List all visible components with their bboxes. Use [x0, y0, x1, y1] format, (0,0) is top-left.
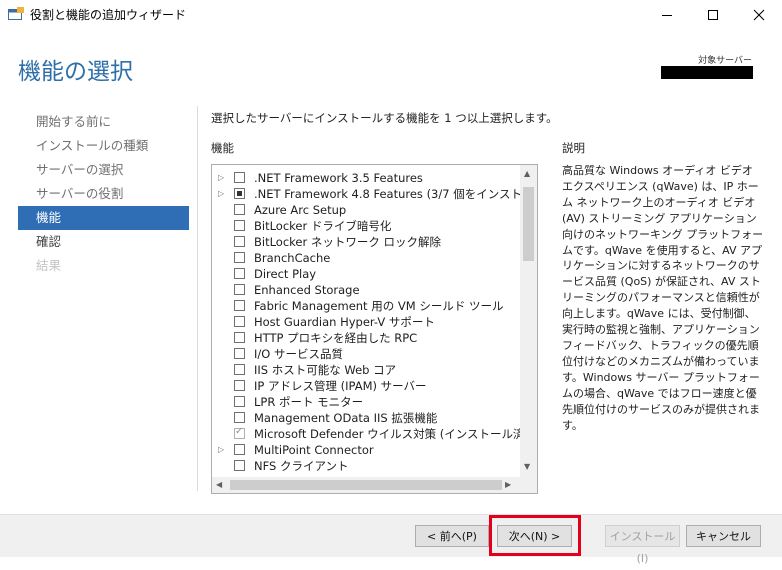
feature-row[interactable]: IIS ホスト可能な Web コア — [212, 362, 521, 378]
feature-label: Azure Arc Setup — [254, 203, 347, 217]
feature-checkbox[interactable] — [234, 396, 245, 407]
window-title: 役割と機能の追加ウィザード — [30, 8, 187, 22]
feature-label: IP アドレス管理 (IPAM) サーバー — [254, 379, 427, 393]
feature-checkbox[interactable] — [234, 236, 245, 247]
feature-checkbox[interactable] — [234, 172, 245, 183]
feature-checkbox[interactable] — [234, 460, 245, 471]
feature-row[interactable]: BranchCache — [212, 250, 521, 266]
feature-checkbox[interactable] — [234, 316, 245, 327]
feature-row[interactable]: I/O サービス品質 — [212, 346, 521, 362]
feature-checkbox[interactable] — [234, 348, 245, 359]
scroll-up-icon[interactable]: ▲ — [524, 169, 530, 178]
feature-label: Fabric Management 用の VM シールド ツール — [254, 299, 504, 313]
features-list[interactable]: ▷ .NET Framework 3.5 Features ▷ .NET Fra… — [211, 164, 521, 478]
feature-row[interactable]: NFS クライアント — [212, 458, 521, 474]
scroll-right-icon[interactable]: ▶ — [505, 480, 511, 489]
wizard-steps: 開始する前に インストールの種類 サーバーの選択 サーバーの役割 機能 確認 結… — [18, 110, 189, 278]
feature-label: Direct Play — [254, 267, 317, 281]
feature-row[interactable]: BitLocker ネットワーク ロック解除 — [212, 234, 521, 250]
feature-row[interactable]: Microsoft Defender ウイルス対策 (インストール済み) — [212, 426, 521, 442]
feature-checkbox[interactable] — [234, 284, 245, 295]
feature-row[interactable]: BitLocker ドライブ暗号化 — [212, 218, 521, 234]
step-results: 結果 — [36, 258, 62, 273]
minimize-icon — [662, 15, 672, 16]
feature-checkbox[interactable] — [234, 444, 245, 455]
feature-row[interactable]: LPR ポート モニター — [212, 394, 521, 410]
feature-row[interactable]: Host Guardian Hyper-V サポート — [212, 314, 521, 330]
feature-label: HTTP プロキシを経由した RPC — [254, 331, 418, 345]
maximize-icon — [708, 10, 718, 20]
feature-row[interactable]: HTTP プロキシを経由した RPC — [212, 330, 521, 346]
feature-row[interactable]: Fabric Management 用の VM シールド ツール — [212, 298, 521, 314]
step-server-roles[interactable]: サーバーの役割 — [18, 182, 189, 206]
feature-label: LPR ポート モニター — [254, 395, 364, 409]
description-heading: 説明 — [562, 141, 585, 155]
footer-bar: < 前へ(P) 次へ(N) > インストール(I) キャンセル — [0, 514, 782, 565]
feature-checkbox[interactable] — [234, 380, 245, 391]
horizontal-scrollbar[interactable]: ◀ ▶ — [211, 477, 538, 494]
feature-checkbox[interactable] — [234, 188, 245, 199]
feature-row[interactable]: ▷ .NET Framework 4.8 Features (3/7 個をインス… — [212, 186, 521, 202]
features-heading: 機能 — [211, 141, 234, 155]
step-features[interactable]: 機能 — [18, 206, 189, 230]
minimize-button[interactable] — [644, 0, 690, 30]
divider — [197, 106, 198, 491]
step-confirmation[interactable]: 確認 — [18, 230, 189, 254]
cancel-button[interactable]: キャンセル — [686, 525, 761, 547]
feature-checkbox[interactable] — [234, 268, 245, 279]
target-server-redacted — [661, 66, 753, 79]
feature-checkbox[interactable] — [234, 204, 245, 215]
instruction-text: 選択したサーバーにインストールする機能を 1 つ以上選択します。 — [211, 111, 558, 125]
step-installation-type[interactable]: インストールの種類 — [18, 134, 189, 158]
feature-label: Host Guardian Hyper-V サポート — [254, 315, 435, 329]
feature-label: .NET Framework 3.5 Features — [254, 171, 423, 185]
feature-checkbox-installed — [234, 426, 245, 439]
step-before-you-begin[interactable]: 開始する前に — [18, 110, 189, 134]
feature-row[interactable]: ▷ .NET Framework 3.5 Features — [212, 170, 521, 186]
feature-checkbox[interactable] — [234, 364, 245, 375]
step-server-selection[interactable]: サーバーの選択 — [18, 158, 189, 182]
expand-arrow-icon[interactable]: ▷ — [218, 445, 224, 454]
previous-button[interactable]: < 前へ(P) — [415, 525, 489, 547]
feature-checkbox[interactable] — [234, 300, 245, 311]
horizontal-scroll-thumb[interactable] — [230, 480, 502, 490]
feature-row[interactable]: Direct Play — [212, 266, 521, 282]
target-server-label: 対象サーバー — [698, 56, 752, 66]
feature-label: BranchCache — [254, 251, 331, 265]
feature-label: Microsoft Defender ウイルス対策 (インストール済み) — [254, 427, 521, 441]
scroll-down-icon[interactable]: ▼ — [524, 462, 530, 471]
server-manager-icon — [8, 7, 24, 20]
feature-label: IIS ホスト可能な Web コア — [254, 363, 397, 377]
expand-arrow-icon[interactable]: ▷ — [218, 173, 224, 182]
maximize-button[interactable] — [690, 0, 736, 30]
feature-row[interactable]: ▷ MultiPoint Connector — [212, 442, 521, 458]
close-button[interactable] — [736, 0, 782, 30]
feature-checkbox[interactable] — [234, 412, 245, 423]
feature-row[interactable]: Enhanced Storage — [212, 282, 521, 298]
feature-label: BitLocker ドライブ暗号化 — [254, 219, 392, 233]
feature-checkbox[interactable] — [234, 252, 245, 263]
feature-label: .NET Framework 4.8 Features (3/7 個をインストー… — [254, 187, 521, 201]
feature-label: MultiPoint Connector — [254, 443, 374, 457]
install-button: インストール(I) — [605, 525, 680, 565]
feature-label: NFS クライアント — [254, 459, 349, 473]
next-button-highlight — [489, 515, 581, 556]
title-bar: 役割と機能の追加ウィザード — [0, 0, 782, 30]
vertical-scroll-thumb[interactable] — [523, 187, 534, 261]
feature-label: Enhanced Storage — [254, 283, 360, 297]
feature-checkbox[interactable] — [234, 220, 245, 231]
expand-arrow-icon[interactable]: ▷ — [218, 189, 224, 198]
feature-label: I/O サービス品質 — [254, 347, 343, 361]
scroll-left-icon[interactable]: ◀ — [216, 480, 222, 489]
description-text: 高品質な Windows オーディオ ビデオ エクスペリエンス (qWave) … — [562, 164, 764, 432]
feature-row[interactable]: Azure Arc Setup — [212, 202, 521, 218]
feature-label: BitLocker ネットワーク ロック解除 — [254, 235, 442, 249]
feature-label: Management OData IIS 拡張機能 — [254, 411, 438, 425]
close-icon — [753, 9, 765, 21]
feature-row[interactable]: Management OData IIS 拡張機能 — [212, 410, 521, 426]
feature-checkbox[interactable] — [234, 332, 245, 343]
feature-row[interactable]: IP アドレス管理 (IPAM) サーバー — [212, 378, 521, 394]
page-title: 機能の選択 — [18, 59, 133, 85]
vertical-scrollbar[interactable]: ▲ ▼ — [520, 164, 538, 477]
